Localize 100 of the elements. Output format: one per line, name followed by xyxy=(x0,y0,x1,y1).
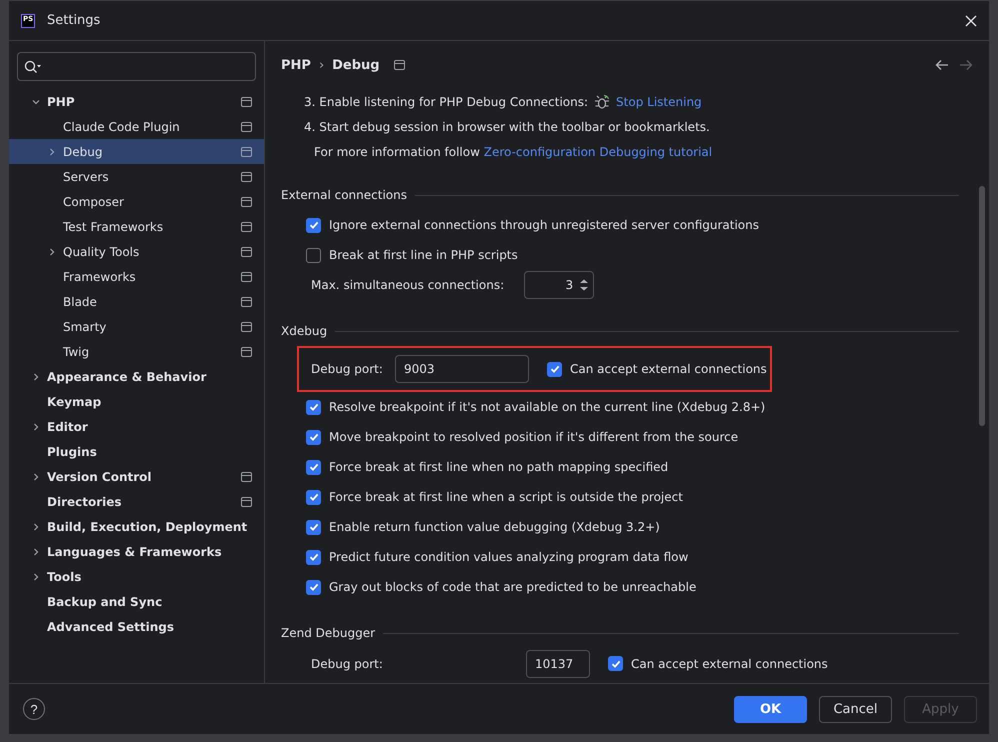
project-icon xyxy=(241,122,252,132)
checkmark-icon xyxy=(308,521,320,533)
tree-item[interactable]: Languages & Frameworks xyxy=(9,539,264,564)
project-icon xyxy=(241,222,252,232)
chevron-right-icon[interactable] xyxy=(31,422,41,432)
tree-item[interactable]: Blade xyxy=(9,289,264,314)
section-title: External connections xyxy=(281,188,407,202)
tree-item[interactable]: Editor xyxy=(9,414,264,439)
project-icon xyxy=(241,322,252,332)
checkbox-label: Can accept external connections xyxy=(570,362,767,376)
tree-item[interactable]: Test Frameworks xyxy=(9,214,264,239)
help-button[interactable]: ? xyxy=(23,698,45,720)
project-icon xyxy=(241,96,252,106)
tree-item[interactable]: Quality Tools xyxy=(9,239,264,264)
instruction-text: For more information follow Zero-configuration Debugging tutorial xyxy=(314,144,712,158)
checkbox-label: Enable return function value debugging (Xdebug 3.2+) xyxy=(329,520,660,534)
scrollbar[interactable] xyxy=(979,186,985,426)
tree-item[interactable]: Composer xyxy=(9,189,264,214)
checkbox[interactable] xyxy=(608,656,623,671)
checkmark-icon xyxy=(308,551,320,563)
breadcrumb-current: Debug xyxy=(332,58,380,72)
checkbox-label: Force break at first line when no path mapping specified xyxy=(329,460,668,474)
project-icon xyxy=(241,196,252,206)
checkbox[interactable] xyxy=(306,400,321,414)
chevron-right-icon[interactable] xyxy=(31,522,41,532)
tree-item[interactable]: Appearance & Behavior xyxy=(9,364,264,389)
field-label: Debug port: xyxy=(311,362,384,376)
project-icon xyxy=(241,496,252,506)
tree-item[interactable]: Version Control xyxy=(9,464,264,489)
chevron-right-icon[interactable] xyxy=(31,546,41,556)
instruction-text: 4. Start debug session in browser with the toolbar or bookmarklets. xyxy=(304,120,710,134)
number-spinner[interactable]: 3 xyxy=(524,271,594,299)
instruction-text: 3. Enable listening for PHP Debug Connections: xyxy=(304,94,588,108)
project-icon xyxy=(241,272,252,282)
field-label: Max. simultaneous connections: xyxy=(311,278,504,292)
bug-icon xyxy=(594,94,610,110)
checkmark-icon xyxy=(308,219,320,231)
tree-item[interactable]: Debug xyxy=(9,139,264,164)
tree-item[interactable]: Directories xyxy=(9,489,264,514)
dialog-button[interactable]: Cancel xyxy=(819,696,892,722)
checkbox[interactable] xyxy=(306,430,321,444)
back-arrow-icon[interactable] xyxy=(935,59,949,71)
project-icon xyxy=(241,246,252,256)
section-title: Xdebug xyxy=(281,324,328,338)
project-icon xyxy=(394,60,405,70)
checkbox[interactable] xyxy=(306,248,321,262)
project-icon xyxy=(241,172,252,182)
checkmark-icon xyxy=(308,491,320,503)
search-field[interactable] xyxy=(17,52,256,81)
link[interactable]: Zero-configuration Debugging tutorial xyxy=(484,144,712,158)
tree-item[interactable]: Plugins xyxy=(9,439,264,464)
checkbox-label: Can accept external connections xyxy=(631,656,828,670)
checkbox[interactable] xyxy=(306,460,321,474)
tree-item[interactable]: Tools xyxy=(9,564,264,589)
checkbox-label: Force break at first line when a script is outside the project xyxy=(329,490,683,504)
checkbox-label: Break at first line in PHP scripts xyxy=(329,248,518,262)
tree-item[interactable]: Claude Code Plugin xyxy=(9,114,264,139)
project-icon xyxy=(241,146,252,156)
chevron-right-icon[interactable] xyxy=(47,146,57,156)
project-icon xyxy=(241,296,252,306)
port-field[interactable]: 9003 xyxy=(395,355,529,383)
section-title: Zend Debugger xyxy=(281,626,376,640)
checkbox-label: Resolve breakpoint if it's not available on the current line (Xdebug 2.8+) xyxy=(329,400,766,414)
checkbox[interactable] xyxy=(306,490,321,504)
chevron-right-icon[interactable] xyxy=(31,572,41,582)
checkbox[interactable] xyxy=(547,362,562,376)
checkmark-icon xyxy=(308,431,320,443)
breadcrumb-link[interactable]: PHP xyxy=(281,58,311,72)
checkbox[interactable] xyxy=(306,520,321,534)
checkbox[interactable] xyxy=(306,218,321,232)
field-label: Debug port: xyxy=(311,656,384,670)
tree-item[interactable]: Twig xyxy=(9,339,264,364)
checkbox-label: Ignore external connections through unregistered server configurations xyxy=(329,218,760,232)
tree-item[interactable]: Smarty xyxy=(9,314,264,339)
chevron-right-icon[interactable] xyxy=(31,372,41,382)
checkmark-icon xyxy=(308,401,320,413)
checkbox-label: Gray out blocks of code that are predicted to be unreachable xyxy=(329,580,696,594)
checkbox-label: Predict future condition values analyzing program data flow xyxy=(329,550,688,564)
window-title: Settings xyxy=(47,13,102,28)
tree-item[interactable]: Backup and Sync xyxy=(9,589,264,614)
chevron-right-icon[interactable] xyxy=(31,472,41,482)
dialog-button[interactable]: OK xyxy=(734,696,807,722)
chevron-right-icon[interactable] xyxy=(47,246,57,256)
tree-item[interactable]: Frameworks xyxy=(9,264,264,289)
checkmark-icon xyxy=(308,581,320,593)
tree-item[interactable]: Build, Execution, Deployment xyxy=(9,514,264,539)
checkmark-icon xyxy=(548,363,560,375)
port-field[interactable]: 10137 xyxy=(526,650,590,678)
project-icon xyxy=(241,472,252,482)
search-icon xyxy=(24,60,42,74)
tree-item[interactable]: Keymap xyxy=(9,389,264,414)
tree-item[interactable]: Servers xyxy=(9,164,264,189)
close-icon[interactable] xyxy=(965,14,977,26)
breadcrumb-separator: › xyxy=(318,58,324,72)
checkbox[interactable] xyxy=(306,580,321,594)
checkbox[interactable] xyxy=(306,550,321,564)
tree-item[interactable]: PHP xyxy=(9,89,264,114)
tree-item[interactable]: Advanced Settings xyxy=(9,614,264,639)
link[interactable]: Stop Listening xyxy=(616,94,702,108)
project-icon xyxy=(241,346,252,356)
